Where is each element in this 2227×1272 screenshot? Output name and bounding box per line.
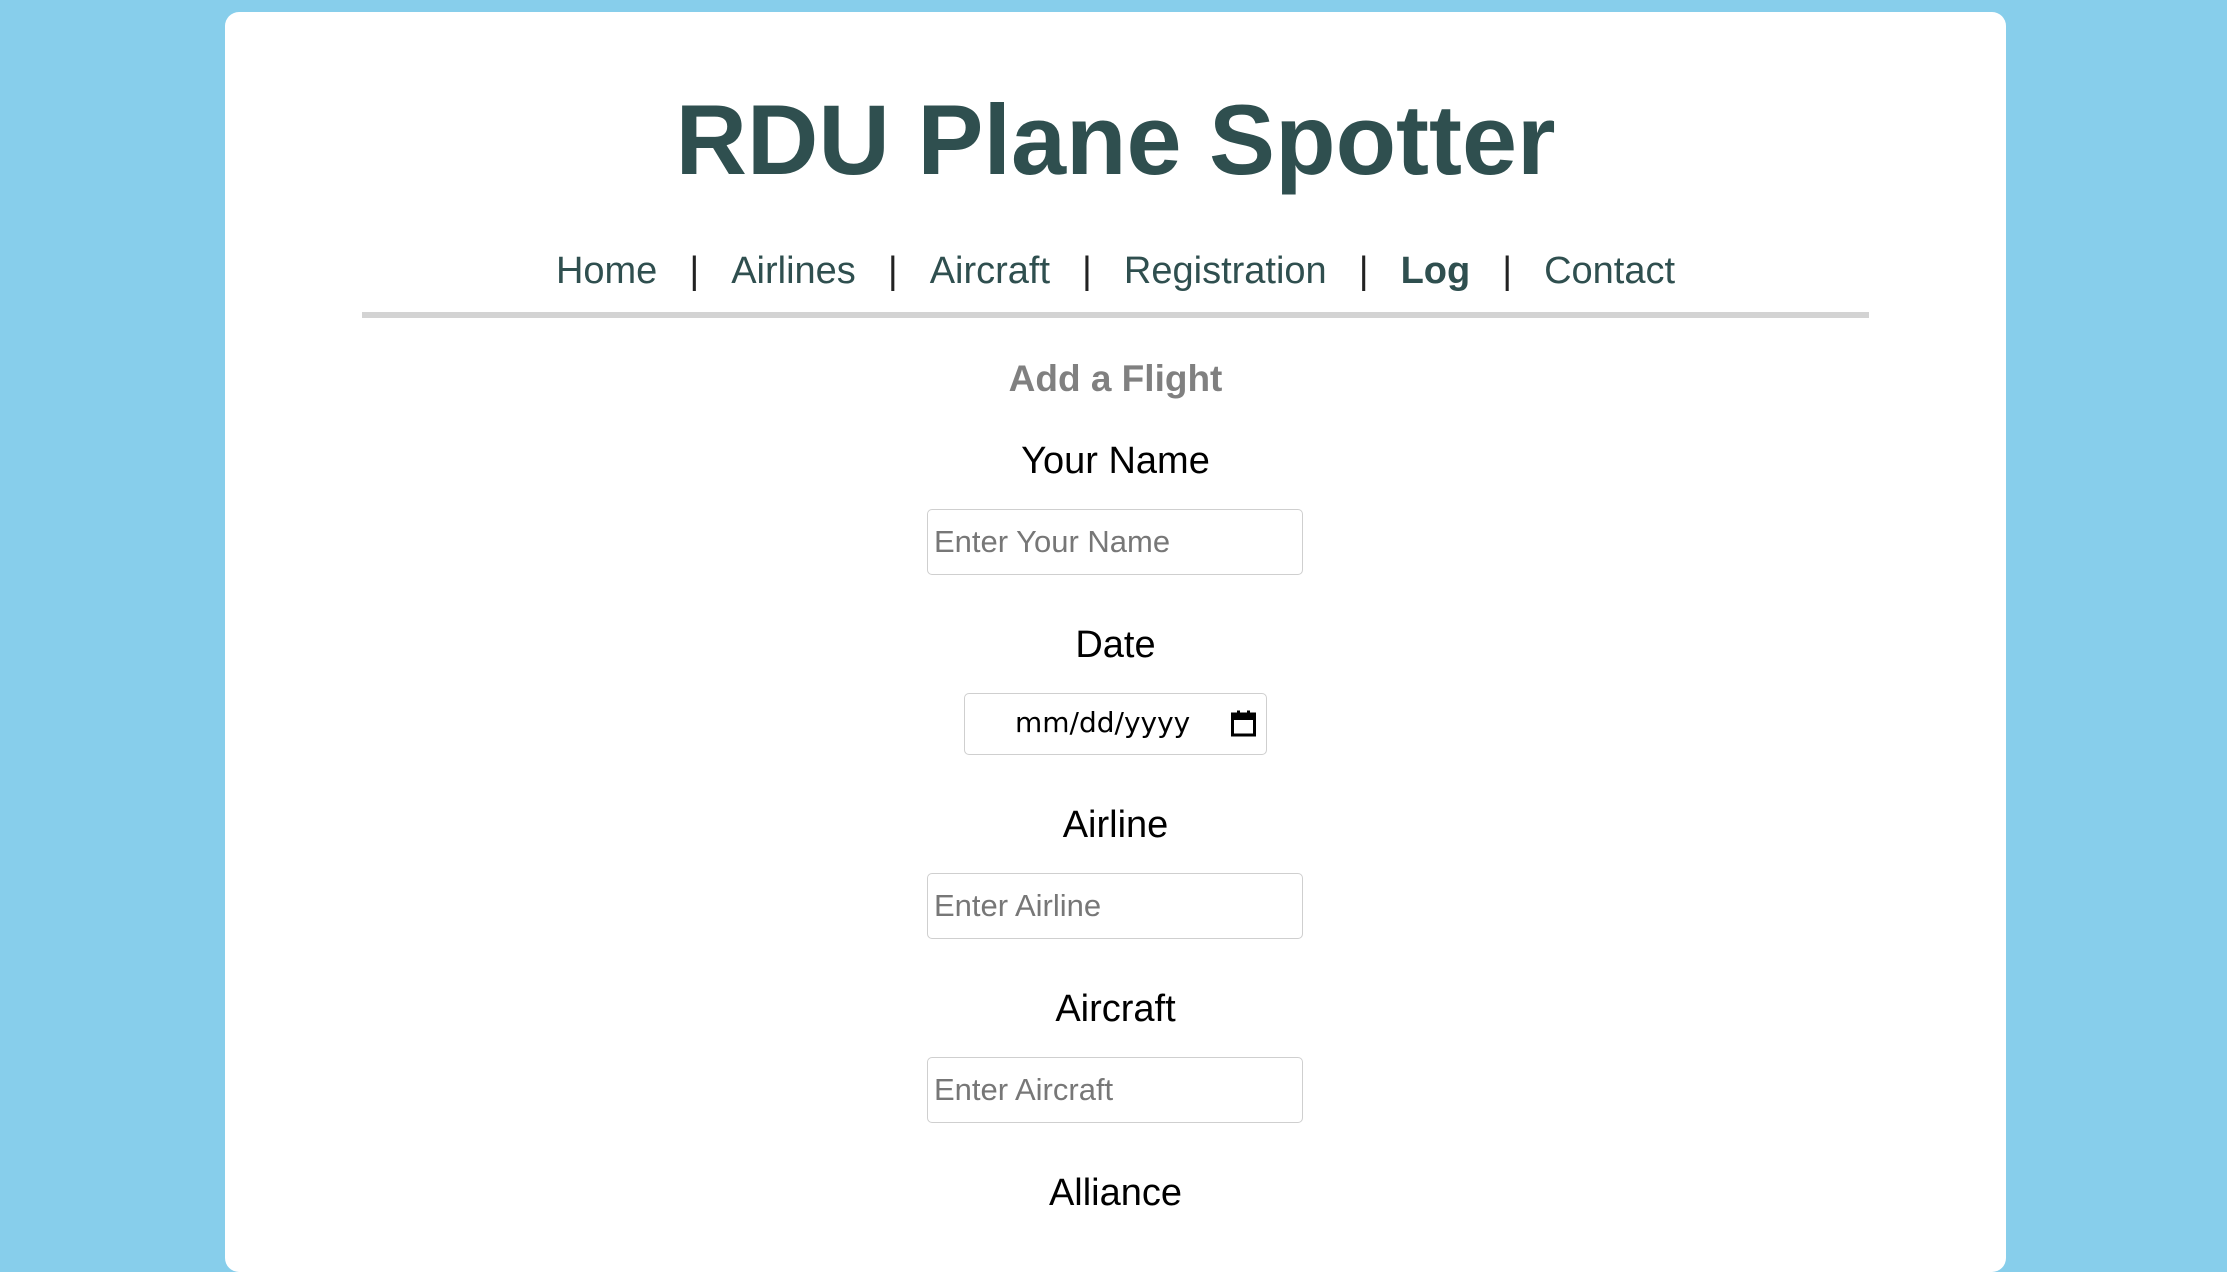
nav-contact-link[interactable]: Contact (1544, 252, 1675, 290)
form-heading: Add a Flight (1008, 358, 1223, 399)
alliance-label: Alliance (1048, 1172, 1183, 1214)
date-placeholder: mm/dd/yyyy (1015, 706, 1191, 739)
nav-airlines-link[interactable]: Airlines (731, 252, 856, 290)
nav-registration-link[interactable]: Registration (1124, 252, 1327, 290)
name-input[interactable] (927, 509, 1303, 575)
airline-input[interactable] (927, 873, 1303, 939)
calendar-icon[interactable] (1231, 710, 1256, 737)
main-card: RDU Plane Spotter Home | Airlines | Airc… (225, 12, 2006, 1272)
aircraft-label: Aircraft (1055, 988, 1176, 1030)
nav-separator: | (1502, 250, 1513, 292)
nav-separator: | (1358, 250, 1369, 292)
nav-separator: | (689, 250, 700, 292)
nav-divider (362, 312, 1869, 318)
airline-label: Airline (1062, 804, 1169, 846)
date-label: Date (1075, 624, 1156, 666)
nav-separator: | (887, 250, 898, 292)
nav-home-link[interactable]: Home (556, 252, 657, 290)
nav-log-link[interactable]: Log (1401, 252, 1471, 290)
nav-separator: | (1082, 250, 1092, 292)
aircraft-input[interactable] (927, 1057, 1303, 1123)
main-nav: Home | Airlines | Aircraft | Registratio… (225, 252, 2006, 290)
nav-aircraft-link[interactable]: Aircraft (930, 252, 1050, 290)
site-title: RDU Plane Spotter (675, 84, 1556, 195)
date-input[interactable]: mm/dd/yyyy (964, 693, 1267, 755)
name-label: Your Name (1021, 440, 1210, 482)
